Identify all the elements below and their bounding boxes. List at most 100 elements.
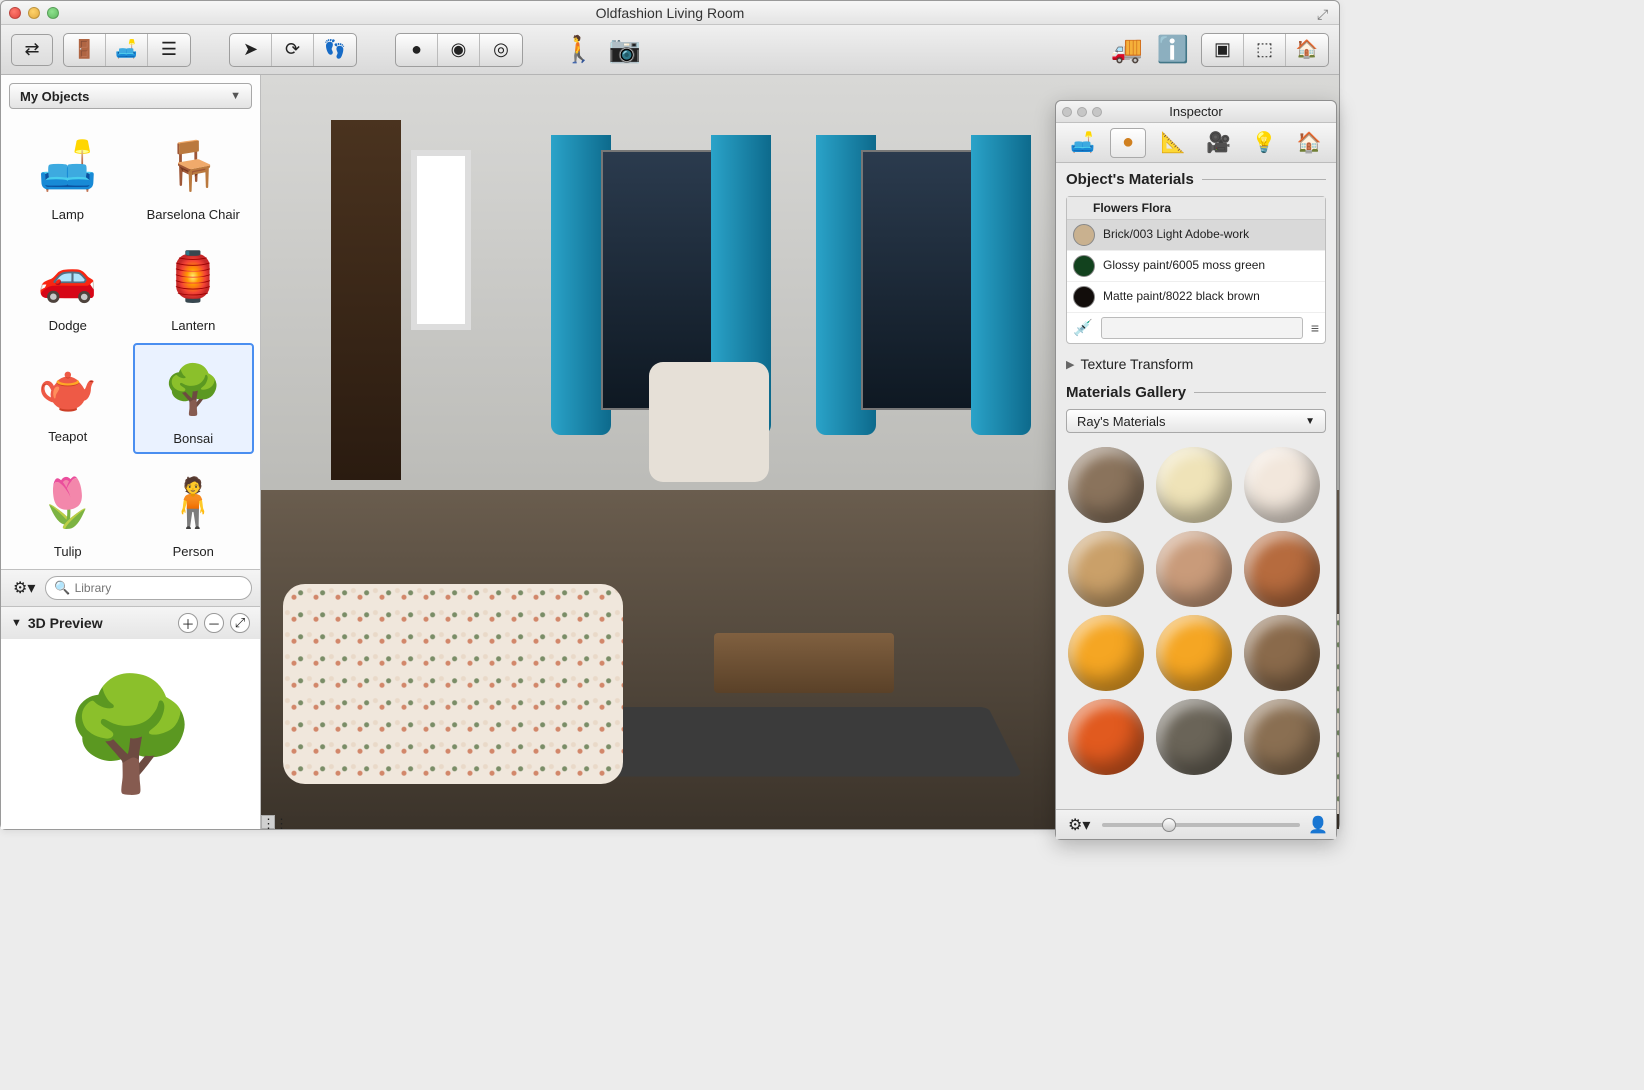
material-sphere[interactable]: [1156, 699, 1232, 775]
material-sphere[interactable]: [1244, 699, 1320, 775]
objects-grid: 🛋️ Lamp 🪑 Barselona Chair 🚗 Dodge 🏮 Lant…: [1, 117, 260, 569]
material-swatch-icon: [1073, 224, 1095, 246]
material-sphere[interactable]: [1156, 447, 1232, 523]
material-sphere[interactable]: [1068, 699, 1144, 775]
library-building-button[interactable]: 🚪: [64, 34, 106, 66]
material-row[interactable]: Matte paint/8022 black brown: [1067, 282, 1325, 313]
object-item-barselona-chair[interactable]: 🪑 Barselona Chair: [133, 121, 255, 228]
render-low-button[interactable]: ●: [396, 34, 438, 66]
tab-light[interactable]: 💡: [1246, 128, 1282, 158]
inspector-body: Object's Materials Flowers Flora Brick/0…: [1056, 163, 1336, 809]
preview-zoom-controls: ＋ － ⤢: [178, 613, 250, 633]
rug: [566, 707, 1023, 776]
sidebar-footer: ⚙︎▾ 🔍: [1, 569, 260, 606]
material-sphere[interactable]: [1244, 531, 1320, 607]
material-sphere[interactable]: [1244, 447, 1320, 523]
thumbnail-size-slider[interactable]: [1102, 823, 1300, 827]
lantern-icon: 🏮: [148, 238, 238, 314]
object-label: Lamp: [51, 207, 84, 222]
section-materials-gallery: Materials Gallery: [1066, 384, 1326, 401]
objects-category-dropdown[interactable]: My Objects ▼: [9, 83, 252, 109]
object-label: Dodge: [49, 318, 87, 333]
library-list-button[interactable]: ☰: [148, 34, 190, 66]
view-2d-button[interactable]: ▣: [1202, 34, 1244, 66]
chevron-down-icon: ▼: [1305, 416, 1315, 427]
preview-viewport[interactable]: 🌳: [1, 639, 260, 829]
toggle-sidebar-button[interactable]: [11, 34, 53, 66]
material-label: Glossy paint/6005 moss green: [1103, 259, 1265, 273]
render-med-button[interactable]: ◉: [438, 34, 480, 66]
walk-tool-button[interactable]: 👣: [314, 34, 356, 66]
lamp-icon: 🛋️: [23, 127, 113, 203]
snapshot-button[interactable]: 📷: [607, 32, 643, 68]
material-sphere[interactable]: [1244, 615, 1320, 691]
library-furniture-button[interactable]: 🛋️: [106, 34, 148, 66]
object-label: Bonsai: [173, 431, 213, 446]
import-3d-button[interactable]: 🚚: [1109, 32, 1145, 68]
object-item-lantern[interactable]: 🏮 Lantern: [133, 232, 255, 339]
object-item-dodge[interactable]: 🚗 Dodge: [7, 232, 129, 339]
render-high-button[interactable]: ◎: [480, 34, 522, 66]
materials-gallery-grid: [1066, 441, 1326, 781]
material-row[interactable]: Glossy paint/6005 moss green: [1067, 251, 1325, 282]
material-sphere[interactable]: [1156, 531, 1232, 607]
info-button[interactable]: ℹ️: [1155, 32, 1191, 68]
texture-transform-disclosure[interactable]: ▶ Texture Transform: [1066, 352, 1326, 376]
view-3d-button[interactable]: 🏠: [1286, 34, 1328, 66]
material-sphere[interactable]: [1068, 615, 1144, 691]
teapot-icon: 🫖: [23, 349, 113, 425]
gear-icon[interactable]: ⚙︎▾: [9, 576, 39, 600]
tab-measure[interactable]: 📐: [1155, 128, 1191, 158]
gear-icon[interactable]: ⚙︎▾: [1064, 813, 1094, 837]
view-2d3d-button[interactable]: ⬚: [1244, 34, 1286, 66]
zoom-fit-button[interactable]: ⤢: [230, 613, 250, 633]
material-sphere[interactable]: [1068, 531, 1144, 607]
object-label: Lantern: [171, 318, 215, 333]
chevron-down-icon: ▼: [230, 90, 241, 102]
material-sphere[interactable]: [1068, 447, 1144, 523]
material-row[interactable]: Brick/003 Light Adobe-work: [1067, 220, 1325, 251]
eyedropper-row: 💉 ≡: [1067, 313, 1325, 343]
object-item-teapot[interactable]: 🫖 Teapot: [7, 343, 129, 454]
material-label: Matte paint/8022 black brown: [1103, 290, 1260, 304]
section-object-materials: Object's Materials: [1066, 171, 1326, 188]
disclosure-triangle-icon[interactable]: ▼: [11, 617, 22, 629]
curtain: [971, 135, 1031, 435]
gallery-category-dropdown[interactable]: Ray's Materials ▼: [1066, 409, 1326, 433]
sidebar: My Objects ▼ 🛋️ Lamp 🪑 Barselona Chair 🚗…: [1, 75, 261, 829]
toolbar: 🚪 🛋️ ☰ ➤ ⟳ 👣 ● ◉ ◎ 🚶 📷 🚚 ℹ️ ▣ ⬚ 🏠: [1, 25, 1339, 75]
search-input[interactable]: [75, 581, 243, 595]
zoom-out-button[interactable]: －: [204, 613, 224, 633]
search-icon: 🔍: [54, 580, 70, 596]
select-tools-group: ➤ ⟳ 👣: [229, 33, 357, 67]
inspector-tabs: 🛋️ ● 📐 🎥 💡 🏠: [1056, 123, 1336, 163]
tab-building[interactable]: 🏠: [1291, 128, 1327, 158]
material-preview-box[interactable]: [1101, 317, 1303, 339]
picture-frame: [411, 150, 471, 330]
material-sphere[interactable]: [1156, 615, 1232, 691]
car-icon: 🚗: [23, 238, 113, 314]
object-item-bonsai[interactable]: 🌳 Bonsai: [133, 343, 255, 454]
object-item-person[interactable]: 🧍 Person: [133, 458, 255, 565]
eyedropper-icon[interactable]: 💉: [1073, 318, 1093, 338]
orbit-tool-button[interactable]: ⟳: [272, 34, 314, 66]
user-icon[interactable]: 👤: [1308, 815, 1328, 835]
select-tool-button[interactable]: ➤: [230, 34, 272, 66]
list-menu-icon[interactable]: ≡: [1311, 320, 1319, 336]
bookshelf: [331, 120, 401, 480]
library-search[interactable]: 🔍: [45, 576, 252, 600]
dropdown-label: My Objects: [20, 89, 89, 104]
walkthrough-button[interactable]: 🚶: [561, 32, 597, 68]
tab-object[interactable]: 🛋️: [1065, 128, 1101, 158]
tab-materials[interactable]: ●: [1110, 128, 1146, 158]
zoom-in-button[interactable]: ＋: [178, 613, 198, 633]
chevron-right-icon: ▶: [1066, 358, 1074, 371]
slider-knob[interactable]: [1162, 818, 1176, 832]
sidebar-resize-handle[interactable]: ⋮⋮: [261, 815, 275, 829]
object-item-tulip[interactable]: 🌷 Tulip: [7, 458, 129, 565]
tab-camera[interactable]: 🎥: [1201, 128, 1237, 158]
inspector-title: Inspector: [1056, 104, 1336, 119]
tulip-icon: 🌷: [23, 464, 113, 540]
texture-transform-label: Texture Transform: [1080, 356, 1193, 372]
object-item-lamp[interactable]: 🛋️ Lamp: [7, 121, 129, 228]
